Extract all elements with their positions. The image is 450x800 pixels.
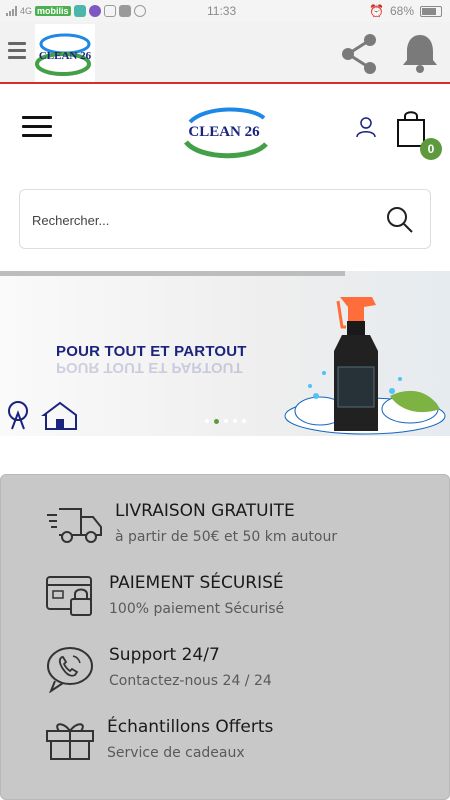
share-icon[interactable] bbox=[338, 32, 382, 81]
search-input[interactable] bbox=[32, 208, 362, 232]
feature-title: PAIEMENT SÉCURISÉ bbox=[109, 573, 284, 593]
feature-secure-payment: PAIEMENT SÉCURISÉ 100% paiement Sécurisé bbox=[45, 573, 284, 625]
feature-subtitle: Service de cadeaux bbox=[107, 745, 245, 761]
phone-support-icon bbox=[45, 645, 99, 697]
feature-title: LIVRAISON GRATUITE bbox=[115, 501, 295, 521]
user-account-icon[interactable] bbox=[355, 116, 377, 143]
banner-progress-line bbox=[0, 271, 345, 276]
carousel-dot-active[interactable] bbox=[214, 419, 219, 424]
cleaning-service-icons bbox=[6, 399, 78, 436]
carousel-dot[interactable] bbox=[233, 419, 237, 423]
cart-count-badge: 0 bbox=[420, 138, 442, 160]
network-type-label: 4G bbox=[20, 6, 33, 16]
carousel-dot[interactable] bbox=[224, 419, 228, 423]
download-notification-icon bbox=[118, 5, 131, 17]
svg-text:CLEAN 26: CLEAN 26 bbox=[188, 124, 260, 140]
promo-banner[interactable]: POUR TOUT ET PARTOUT POUR TOUT ET PARTOU… bbox=[0, 271, 450, 436]
feature-subtitle: Contactez-nous 24 / 24 bbox=[109, 673, 272, 689]
search-box bbox=[19, 189, 431, 249]
feature-free-delivery: LIVRAISON GRATUITE à partir de 50€ et 50… bbox=[45, 501, 337, 553]
carousel-indicator[interactable] bbox=[205, 419, 246, 424]
svg-text:CLEAN 26: CLEAN 26 bbox=[39, 50, 92, 62]
alarm-icon: ⏰ bbox=[369, 4, 384, 18]
site-logo[interactable]: CLEAN 26 bbox=[180, 104, 270, 165]
signal-icon bbox=[6, 6, 17, 16]
app-logo[interactable]: CLEAN 26 bbox=[35, 24, 95, 82]
feature-support: Support 24/7 Contactez-nous 24 / 24 bbox=[45, 645, 272, 697]
bell-icon[interactable] bbox=[400, 32, 440, 79]
app-toolbar: CLEAN 26 bbox=[0, 22, 450, 84]
feature-free-samples: Échantillons Offerts Service de cadeaux bbox=[45, 717, 273, 769]
app-menu-button[interactable] bbox=[8, 42, 26, 63]
clock: 11:33 bbox=[207, 4, 237, 18]
banner-headline-reflection: POUR TOUT ET PARTOUT bbox=[56, 359, 243, 376]
site-header: CLEAN 26 0 bbox=[0, 86, 450, 176]
spray-bottle-image bbox=[280, 291, 450, 436]
check-notification-icon bbox=[103, 5, 116, 17]
banner-headline: POUR TOUT ET PARTOUT bbox=[56, 343, 247, 360]
delivery-truck-icon bbox=[45, 501, 105, 553]
battery-icon bbox=[420, 5, 442, 17]
messenger-icon bbox=[133, 5, 146, 17]
chat-notification-icon bbox=[73, 5, 86, 17]
gift-icon bbox=[45, 717, 97, 769]
feature-title: Support 24/7 bbox=[109, 645, 220, 665]
feature-subtitle: 100% paiement Sécurisé bbox=[109, 601, 285, 617]
feature-title: Échantillons Offerts bbox=[107, 717, 274, 737]
battery-percent: 68% bbox=[389, 4, 414, 18]
carrier-badge: mobilis bbox=[35, 6, 71, 16]
status-bar: 4G mobilis 11:33 ⏰ 68% bbox=[0, 0, 450, 22]
feature-subtitle: à partir de 50€ et 50 km autour bbox=[115, 529, 338, 545]
carousel-dot[interactable] bbox=[242, 419, 246, 423]
app-notification-icon bbox=[88, 5, 101, 17]
carousel-dot[interactable] bbox=[205, 419, 209, 423]
search-icon[interactable] bbox=[386, 206, 414, 239]
hamburger-menu-button[interactable] bbox=[22, 116, 52, 143]
features-panel: LIVRAISON GRATUITE à partir de 50€ et 50… bbox=[0, 474, 450, 800]
secure-payment-icon bbox=[45, 573, 99, 625]
